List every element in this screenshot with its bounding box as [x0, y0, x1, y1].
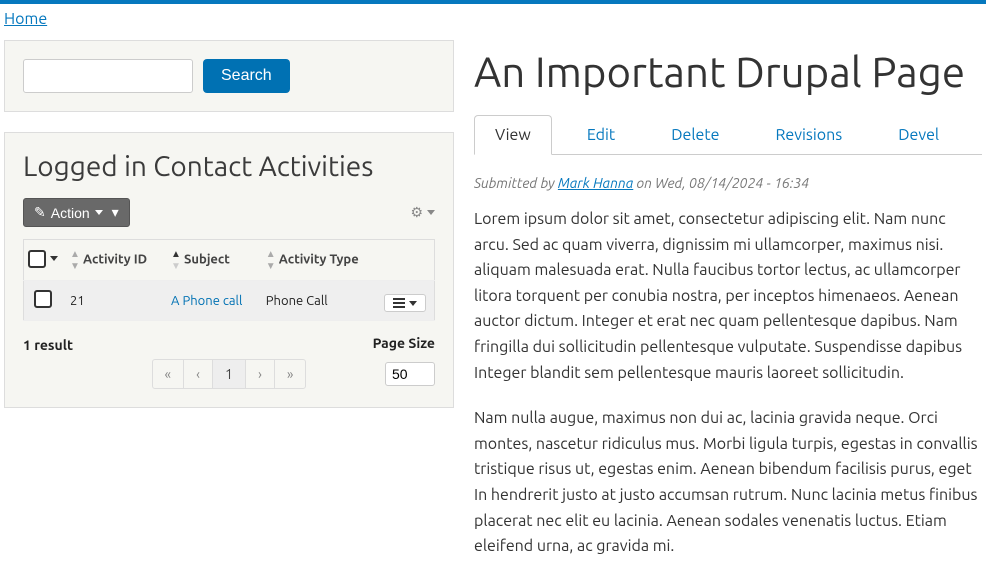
tab-edit[interactable]: Edit: [566, 115, 636, 155]
activity-subject-link[interactable]: A Phone call: [171, 294, 242, 308]
column-activity-id[interactable]: ▲▼ Activity ID: [62, 240, 163, 281]
tab-delete[interactable]: Delete: [650, 115, 740, 155]
search-input[interactable]: [23, 59, 193, 93]
row-actions-button[interactable]: [384, 294, 426, 312]
settings-dropdown[interactable]: ⚙: [410, 204, 435, 221]
pencil-icon: ✎: [34, 204, 46, 221]
column-subject[interactable]: ▲▼ Subject: [163, 240, 258, 281]
caret-down-icon: [95, 210, 103, 215]
pager: « ‹ 1 › »: [152, 359, 307, 389]
column-activity-type[interactable]: ▲▼ Activity Type: [258, 240, 376, 281]
pager-last[interactable]: »: [275, 360, 306, 388]
caret-down-icon: [409, 301, 417, 306]
tab-view[interactable]: View: [474, 115, 552, 155]
search-block: Search: [4, 40, 454, 112]
select-all-checkbox[interactable]: [28, 250, 46, 268]
activities-block: Logged in Contact Activities ✎ Action ▾ …: [4, 132, 454, 408]
select-all-caret[interactable]: [50, 256, 58, 261]
action-dropdown[interactable]: ✎ Action ▾: [23, 198, 130, 227]
author-link[interactable]: Mark Hanna: [558, 175, 633, 191]
tab-devel[interactable]: Devel: [877, 115, 960, 155]
tab-revisions[interactable]: Revisions: [754, 115, 863, 155]
cell-activity-type: Phone Call: [258, 281, 376, 321]
pager-prev[interactable]: ‹: [184, 360, 213, 388]
menu-icon: [393, 298, 405, 308]
byline: Submitted by Mark Hanna on Wed, 08/14/20…: [474, 175, 982, 191]
table-row: 21 A Phone call Phone Call: [24, 281, 435, 321]
body-content: Lorem ipsum dolor sit amet, consectetur …: [474, 207, 982, 560]
result-count: 1 result: [23, 337, 73, 353]
pager-current[interactable]: 1: [213, 360, 246, 388]
breadcrumb-home[interactable]: Home: [4, 10, 47, 28]
caret-down-icon: [427, 210, 435, 215]
row-checkbox[interactable]: [34, 290, 52, 308]
gear-icon: ⚙: [410, 204, 423, 221]
activities-title: Logged in Contact Activities: [23, 151, 435, 182]
paragraph: Lorem ipsum dolor sit amet, consectetur …: [474, 207, 982, 386]
action-label: Action: [51, 205, 90, 221]
page-title: An Important Drupal Page: [474, 48, 982, 95]
page-size-label: Page Size: [373, 335, 435, 351]
tabs: View Edit Delete Revisions Devel: [474, 115, 982, 155]
pager-first[interactable]: «: [153, 360, 185, 388]
cell-activity-id: 21: [62, 281, 163, 321]
search-button[interactable]: Search: [203, 59, 290, 93]
activities-table: ▲▼ Activity ID ▲▼ Subject ▲▼ Activity Ty…: [23, 239, 435, 321]
page-size-input[interactable]: [385, 362, 435, 386]
pager-next[interactable]: ›: [246, 360, 275, 388]
breadcrumb: Home: [0, 4, 986, 34]
